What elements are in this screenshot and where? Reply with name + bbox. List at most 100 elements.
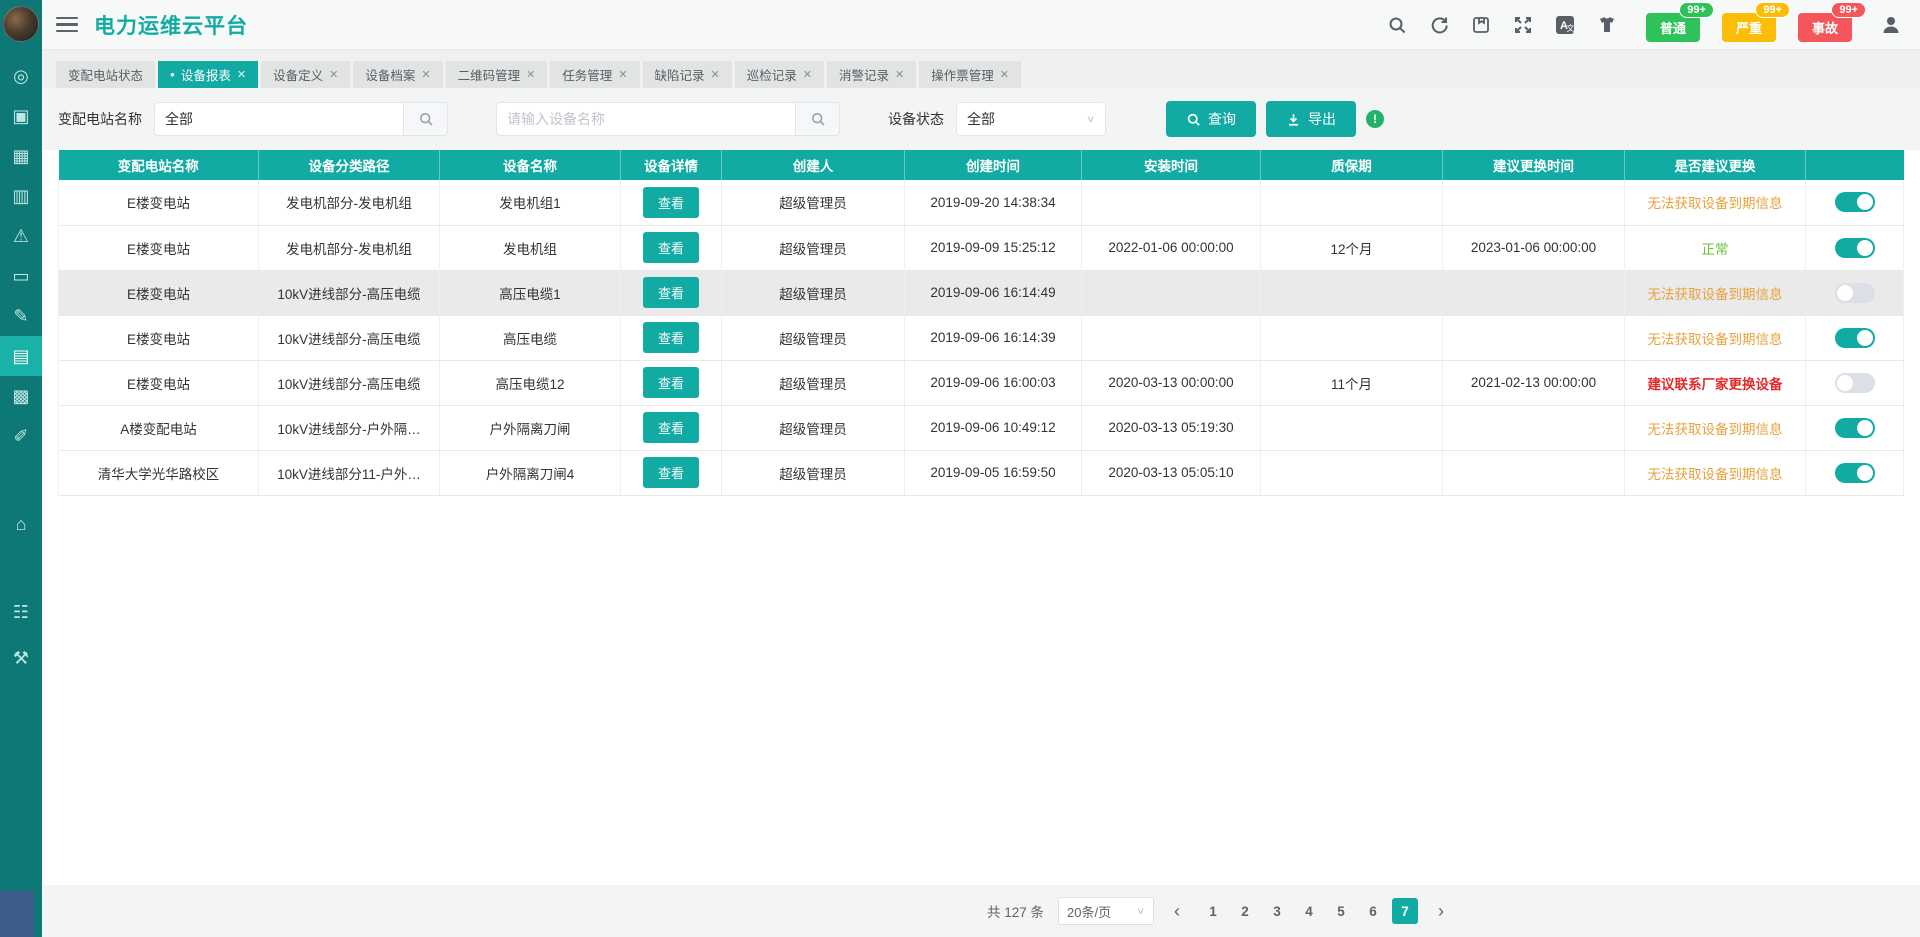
page-button-1[interactable]: 1 (1200, 898, 1226, 924)
alert-accident-button[interactable]: 事故99+ (1798, 13, 1852, 42)
sidebar-item-archives[interactable]: ▥ (0, 176, 42, 216)
close-icon[interactable]: ✕ (711, 68, 720, 81)
cell-warranty: 11个月 (1261, 360, 1443, 405)
menu-toggle-icon[interactable] (56, 17, 78, 33)
export-button[interactable]: 导出 (1266, 101, 1356, 137)
tab-设备定义[interactable]: 设备定义✕ (261, 61, 350, 88)
theme-icon[interactable] (1596, 14, 1618, 36)
enable-toggle[interactable] (1835, 283, 1875, 303)
view-button[interactable]: 查看 (643, 277, 699, 308)
cell-detail: 查看 (621, 225, 722, 270)
device-search-button[interactable] (796, 102, 840, 136)
svg-text:文: 文 (1566, 23, 1574, 33)
sidebar-item-grid[interactable]: ☷ (0, 592, 42, 632)
status-filter-select[interactable]: 全部 ∨ (956, 102, 1106, 136)
translate-icon[interactable]: A文 (1554, 14, 1576, 36)
cell-status: 正常 (1625, 225, 1806, 270)
app-title: 电力运维云平台 (94, 10, 248, 40)
station-search-button[interactable] (404, 102, 448, 136)
tab-设备档案[interactable]: 设备档案✕ (353, 61, 442, 88)
status-filter-value: 全部 (967, 109, 995, 129)
view-button[interactable]: 查看 (643, 187, 699, 218)
refresh-icon[interactable] (1428, 14, 1450, 36)
status-text: 无法获取设备到期信息 (1648, 467, 1783, 482)
tab-任务管理[interactable]: 任务管理✕ (550, 61, 639, 88)
tab-label: 缺陷记录 (655, 65, 705, 84)
sidebar-item-alarm[interactable]: ⚠ (0, 216, 42, 256)
sidebar-item-statistics[interactable]: ▦ (0, 136, 42, 176)
sidebar-item-records[interactable]: ✎ (0, 296, 42, 336)
close-icon[interactable]: ✕ (329, 68, 338, 81)
close-icon[interactable]: ✕ (618, 68, 627, 81)
alert-normal-button-label: 普通 (1660, 21, 1686, 36)
alert-severe-button[interactable]: 严重99+ (1722, 13, 1776, 42)
device-report-table-zone: 变配电站名称设备分类路径设备名称设备详情创建人创建时间安装时间质保期建议更换时间… (42, 150, 1920, 885)
cell-detail: 查看 (621, 450, 722, 495)
close-icon[interactable]: ✕ (421, 68, 430, 81)
enable-toggle[interactable] (1835, 238, 1875, 258)
enable-toggle[interactable] (1835, 328, 1875, 348)
sidebar-item-devices[interactable]: ▭ (0, 256, 42, 296)
tab-缺陷记录[interactable]: 缺陷记录 ✕ (643, 61, 732, 88)
device-name-input[interactable] (496, 102, 796, 136)
tab-消警记录[interactable]: 消警记录✕ (827, 61, 916, 88)
info-icon[interactable]: ! (1366, 110, 1384, 128)
close-icon[interactable]: ✕ (803, 68, 812, 81)
sidebar-item-navigation[interactable]: ◎ (0, 56, 42, 96)
compass-icon: ◎ (13, 66, 29, 87)
next-page-button[interactable]: › (1432, 901, 1450, 922)
page-button-2[interactable]: 2 (1232, 898, 1258, 924)
cell-toggle (1806, 270, 1904, 315)
cell-station: E楼变电站 (59, 315, 259, 360)
tab-巡检记录[interactable]: 巡检记录✕ (735, 61, 824, 88)
user-avatar[interactable] (3, 6, 39, 42)
sidebar-item-compose[interactable]: ✐ (0, 416, 42, 456)
table-row: E楼变电站发电机部分-发电机组发电机组1查看超级管理员2019-09-20 14… (59, 180, 1904, 225)
sidebar-item-tools[interactable]: ⚒ (0, 638, 42, 678)
sidebar-item-home[interactable]: ⌂ (0, 504, 42, 544)
enable-toggle[interactable] (1835, 373, 1875, 393)
page-button-7[interactable]: 7 (1392, 898, 1418, 924)
page-size-select[interactable]: 20条/页 ∨ (1058, 897, 1154, 925)
station-filter-input[interactable] (154, 102, 404, 136)
close-icon[interactable]: ✕ (1000, 68, 1009, 81)
page-button-3[interactable]: 3 (1264, 898, 1290, 924)
query-button[interactable]: 查询 (1166, 101, 1256, 137)
tab-操作票管理[interactable]: 操作票管理✕ (919, 61, 1021, 88)
close-icon[interactable]: ✕ (895, 68, 904, 81)
cell-device-name: 发电机组1 (440, 180, 621, 225)
alert-normal-button[interactable]: 普通99+ (1646, 13, 1700, 42)
page-button-5[interactable]: 5 (1328, 898, 1354, 924)
page-button-4[interactable]: 4 (1296, 898, 1322, 924)
prev-page-button[interactable]: ‹ (1168, 901, 1186, 922)
view-button[interactable]: 查看 (643, 322, 699, 353)
alert-accident-button-label: 事故 (1812, 21, 1838, 36)
enable-toggle[interactable] (1835, 463, 1875, 483)
column-header: 质保期 (1261, 150, 1443, 180)
cell-creator: 超级管理员 (722, 270, 905, 315)
tab-变配电站状态[interactable]: 变配电站状态 (56, 61, 155, 88)
cell-station: E楼变电站 (59, 225, 259, 270)
tab-二维码管理[interactable]: 二维码管理✕ (446, 61, 548, 88)
enable-toggle[interactable] (1835, 418, 1875, 438)
cell-device-name: 高压电缆1 (440, 270, 621, 315)
cell-detail: 查看 (621, 315, 722, 360)
tab-设备报表[interactable]: ●设备报表✕ (158, 61, 258, 88)
search-icon[interactable] (1386, 14, 1408, 36)
view-button[interactable]: 查看 (643, 457, 699, 488)
view-button[interactable]: 查看 (643, 367, 699, 398)
sidebar-item-monitor[interactable]: ▣ (0, 96, 42, 136)
close-icon[interactable]: ✕ (526, 68, 535, 81)
sidebar-footer-block[interactable] (0, 891, 34, 937)
page-button-6[interactable]: 6 (1360, 898, 1386, 924)
view-button[interactable]: 查看 (643, 232, 699, 263)
save-icon[interactable] (1470, 14, 1492, 36)
sidebar-item-report[interactable]: ▤ (0, 336, 42, 376)
user-icon[interactable] (1880, 14, 1902, 36)
cell-device-name: 户外隔离刀闸 (440, 405, 621, 450)
sidebar-item-qrcode[interactable]: ▩ (0, 376, 42, 416)
enable-toggle[interactable] (1835, 192, 1875, 212)
close-icon[interactable]: ✕ (237, 68, 246, 81)
view-button[interactable]: 查看 (643, 412, 699, 443)
fullscreen-icon[interactable] (1512, 14, 1534, 36)
